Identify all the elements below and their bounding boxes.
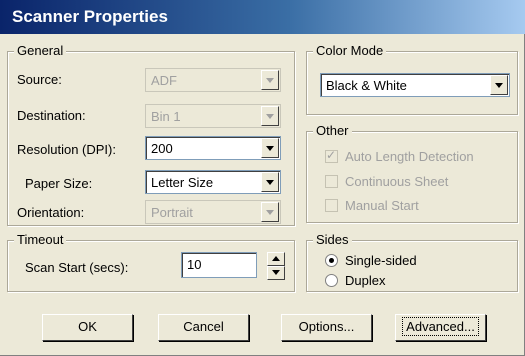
destination-select[interactable]: Bin 1 bbox=[145, 104, 281, 128]
color-mode-select[interactable]: Black & White bbox=[320, 73, 510, 97]
chevron-down-icon[interactable] bbox=[261, 138, 279, 158]
timeout-legend: Timeout bbox=[14, 232, 67, 248]
dialog-title: Scanner Properties bbox=[12, 7, 168, 26]
auto-length-checkbox[interactable]: Auto Length Detection bbox=[325, 148, 474, 164]
chevron-down-icon bbox=[261, 202, 279, 222]
orientation-label: Orientation: bbox=[17, 205, 85, 220]
advanced-button[interactable]: Advanced... bbox=[395, 314, 486, 341]
single-sided-radio[interactable]: Single-sided bbox=[325, 253, 417, 268]
checkbox-icon bbox=[325, 175, 338, 188]
source-value: ADF bbox=[151, 73, 177, 88]
ok-button[interactable]: OK bbox=[42, 314, 133, 341]
sides-legend: Sides bbox=[313, 232, 352, 248]
other-legend: Other bbox=[313, 123, 352, 139]
auto-length-label: Auto Length Detection bbox=[345, 149, 474, 164]
source-label: Source: bbox=[17, 72, 62, 87]
spin-up-icon[interactable] bbox=[267, 252, 285, 266]
color-mode-legend: Color Mode bbox=[313, 43, 387, 59]
title-bar: Scanner Properties bbox=[0, 0, 525, 34]
destination-value: Bin 1 bbox=[151, 109, 181, 124]
paper-size-select[interactable]: Letter Size bbox=[145, 170, 281, 194]
scan-start-input[interactable]: 10 bbox=[181, 252, 257, 278]
resolution-label: Resolution (DPI): bbox=[17, 142, 116, 157]
continuous-sheet-checkbox[interactable]: Continuous Sheet bbox=[325, 174, 448, 189]
checkmark-icon bbox=[325, 148, 338, 163]
general-legend: General bbox=[14, 43, 67, 59]
duplex-radio[interactable]: Duplex bbox=[325, 273, 385, 288]
options-button[interactable]: Options... bbox=[281, 314, 372, 341]
manual-start-label: Manual Start bbox=[345, 198, 419, 213]
paper-size-value: Letter Size bbox=[151, 175, 214, 190]
chevron-down-icon bbox=[261, 106, 279, 126]
destination-label: Destination: bbox=[17, 108, 86, 123]
scan-start-value: 10 bbox=[187, 257, 202, 272]
radio-selected-icon bbox=[325, 254, 338, 267]
chevron-down-icon[interactable] bbox=[261, 172, 279, 192]
radio-icon bbox=[325, 274, 338, 287]
orientation-value: Portrait bbox=[151, 205, 193, 220]
paper-size-label: Paper Size: bbox=[25, 176, 93, 191]
color-mode-value: Black & White bbox=[326, 78, 407, 93]
cancel-button[interactable]: Cancel bbox=[158, 314, 249, 341]
duplex-label: Duplex bbox=[345, 273, 386, 288]
chevron-down-icon bbox=[261, 70, 279, 90]
orientation-select[interactable]: Portrait bbox=[145, 200, 281, 224]
scanner-properties-dialog: Scanner Properties General Source: ADF D… bbox=[0, 0, 525, 356]
checkbox-icon bbox=[325, 199, 338, 212]
scan-start-label: Scan Start (secs): bbox=[25, 260, 129, 275]
source-select[interactable]: ADF bbox=[145, 68, 281, 92]
spin-down-icon[interactable] bbox=[267, 266, 285, 280]
continuous-sheet-label: Continuous Sheet bbox=[345, 174, 449, 189]
resolution-select[interactable]: 200 bbox=[145, 136, 281, 160]
manual-start-checkbox[interactable]: Manual Start bbox=[325, 198, 419, 213]
single-sided-label: Single-sided bbox=[345, 253, 417, 268]
chevron-down-icon[interactable] bbox=[490, 75, 508, 95]
resolution-value: 200 bbox=[151, 141, 173, 156]
advanced-focus: Advanced... bbox=[402, 317, 479, 336]
